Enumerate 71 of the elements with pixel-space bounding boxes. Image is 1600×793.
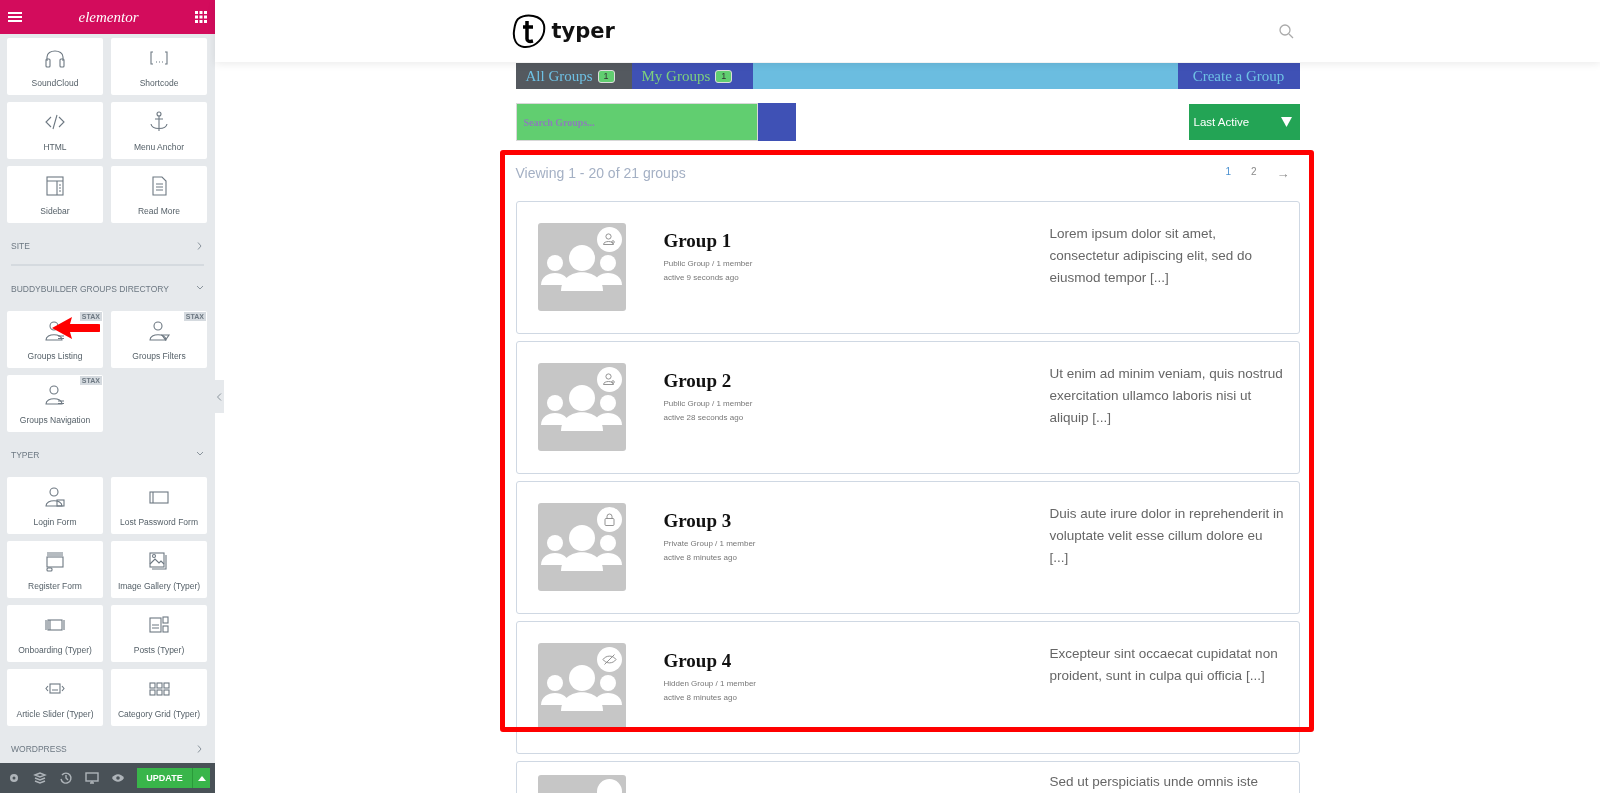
group-title[interactable]: Group 2 — [663, 370, 904, 392]
layers-icon[interactable] — [33, 771, 47, 785]
last-active-time: active 8 minutes ago — [663, 552, 738, 564]
eye-icon[interactable] — [111, 771, 125, 785]
apps-grid-icon[interactable] — [195, 11, 207, 23]
widget-tile[interactable]: HTML — [7, 102, 103, 159]
logo: elementor — [78, 8, 139, 26]
widget-tile[interactable]: Posts (Typer) — [111, 605, 207, 662]
user-icon — [596, 367, 622, 392]
widget-tile[interactable]: Sidebar — [7, 166, 103, 223]
sidebar-icon — [43, 174, 67, 198]
menu-icon[interactable] — [8, 11, 22, 23]
update-options-button[interactable] — [192, 768, 210, 788]
widget-tile[interactable]: SoundCloud — [7, 38, 103, 95]
count-badge: 1 — [597, 69, 615, 83]
panel-toggle[interactable] — [213, 380, 224, 413]
results-summary: Viewing 1 - 20 of 21 groups — [515, 165, 686, 181]
last-active-time: active 8 minutes ago — [663, 692, 738, 704]
group-meta: Hidden Group / 1 member — [663, 678, 757, 690]
widget-tile[interactable]: Image Gallery (Typer) — [111, 541, 207, 598]
group-tab[interactable]: All Groups 1 — [515, 63, 632, 89]
category-header[interactable]: BUDDYBUILDER GROUPS DIRECTORY — [7, 273, 208, 305]
caret-icon — [1280, 117, 1292, 127]
user-list-icon — [43, 319, 67, 343]
desktop-icon[interactable] — [85, 771, 99, 785]
history-icon[interactable] — [59, 771, 73, 785]
group-description: Excepteur sint occaecat cupidatat non proident, sunt in culpa qui officia [...] — [1049, 645, 1279, 685]
widget-tile[interactable]: Read More — [111, 166, 207, 223]
group-title[interactable]: Group 3 — [663, 510, 904, 532]
last-active-time: active 9 seconds ago — [663, 272, 740, 284]
settings-icon[interactable] — [7, 771, 21, 785]
category-header[interactable]: SITE — [7, 230, 208, 262]
count-badge: 1 — [715, 69, 733, 83]
user-lock-icon — [43, 485, 67, 509]
user-filter-icon — [147, 319, 171, 343]
page-link[interactable]: 2 — [1250, 165, 1257, 181]
group-title[interactable]: Group 1 — [663, 230, 904, 252]
group-description: Ut enim ad minim veniam, quis nostrud exercitation ullamco laboris nisi ut aliquip [...] — [1049, 365, 1284, 427]
site-logo-text[interactable]: typer — [551, 19, 615, 43]
logo-icon — [511, 13, 546, 49]
eye-slash-icon — [596, 647, 622, 672]
category-header[interactable]: TYPER — [7, 439, 208, 471]
group-description: Sed ut perspiciatis unde omnis iste — [1049, 773, 1260, 791]
widget-tile[interactable]: Menu Anchor — [111, 102, 207, 159]
chevron-icon — [215, 392, 222, 401]
user-list-icon — [43, 383, 67, 407]
lock-icon — [596, 507, 622, 532]
category-header[interactable]: WORDPRESS — [7, 733, 208, 763]
group-tab[interactable]: My Groups 1 — [631, 63, 753, 89]
group-meta: Public Group / 1 member — [663, 398, 754, 410]
page-link[interactable]: → — [1276, 165, 1290, 181]
widget-tile[interactable]: Register Form — [7, 541, 103, 598]
group-description: Lorem ipsum dolor sit amet, consectetur adipiscing elit, sed do eiusmod tempor [...] — [1049, 225, 1254, 287]
widget-tile[interactable]: Article Slider (Typer) — [7, 669, 103, 726]
form-icon — [43, 549, 67, 573]
group-meta: Public Group / 1 member — [663, 258, 754, 270]
group-title[interactable]: Group 4 — [663, 650, 904, 672]
widget-tile[interactable]: Login Form — [7, 477, 103, 534]
widget-tile[interactable]: Lost Password Form — [111, 477, 207, 534]
page-link[interactable]: 1 — [1225, 165, 1231, 181]
search-button[interactable] — [757, 103, 796, 141]
last-active-time: active 28 seconds ago — [663, 412, 745, 424]
group-meta: Private Group / 1 member — [663, 538, 757, 550]
group-description: Duis aute irure dolor in reprehenderit in voluptate velit esse cillum dolore eu [...] — [1049, 505, 1285, 567]
widget-tile[interactable]: Shortcode — [111, 38, 207, 95]
search-field[interactable]: Search Groups... — [515, 103, 758, 141]
caret-icon — [197, 775, 206, 781]
user-icon — [596, 227, 622, 252]
search-icon[interactable] — [1278, 23, 1294, 39]
widget-tile[interactable]: Onboarding (Typer) — [7, 605, 103, 662]
widget-tile[interactable]: Category Grid (Typer) — [111, 669, 207, 726]
